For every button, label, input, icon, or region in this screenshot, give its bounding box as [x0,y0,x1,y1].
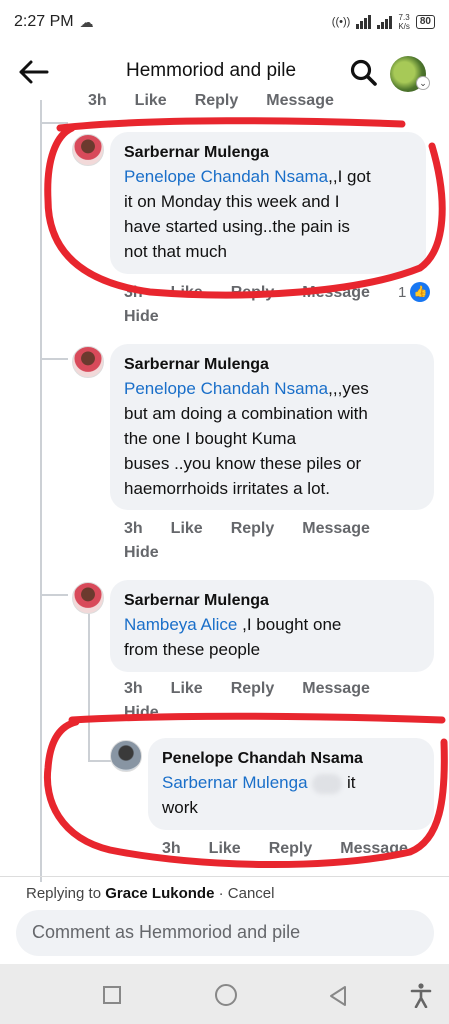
comment-text: Nambeya Alice ,I bought one from these p… [124,615,342,659]
cloud-icon: ☁ [79,13,94,30]
message-button[interactable]: Message [302,520,370,538]
like-button[interactable]: Like [209,840,241,858]
message-button[interactable]: Message [302,284,370,302]
comment-bubble: Sarbernar Mulenga Penelope Chandah Nsama… [110,132,426,274]
page-title: Hemmoriod and pile [126,60,297,81]
comment-time: 3h [124,520,143,537]
reaction-count[interactable]: 1 👍 [398,282,431,302]
reply-button[interactable]: Reply [269,840,313,858]
like-button[interactable]: Like [135,92,167,110]
comment-bubble: Penelope Chandah Nsama Sarbernar Mulenga… [148,738,434,830]
comment-text: Penelope Chandah Nsama,,I got it on Mond… [124,167,371,261]
chevron-down-icon[interactable]: ⌄ [416,76,430,90]
reply-target: Grace Lukonde [105,885,215,902]
comment-thread: 3h Like Reply Message Sarbernar Mulenga … [0,92,449,882]
comment-author[interactable]: Sarbernar Mulenga [124,142,412,164]
comment-input[interactable]: Comment as Hemmoriod and pile [16,910,434,956]
hide-replies-button[interactable]: Hide [124,544,159,562]
message-button[interactable]: Message [302,680,370,698]
comment-time: 3h [162,840,181,857]
avatar[interactable] [72,346,104,378]
recents-button-icon[interactable] [103,986,121,1004]
system-nav-bar [0,964,449,1024]
cancel-reply-button[interactable]: Cancel [228,885,275,902]
mention-link[interactable]: Sarbernar Mulenga [162,773,308,792]
comment-time: 3h [124,680,143,697]
message-button[interactable]: Message [266,92,334,110]
hide-replies-button[interactable]: Hide [124,308,159,326]
like-button[interactable]: Like [171,680,203,698]
comment-time: 3h [88,92,107,109]
hide-replies-button[interactable]: Hide [124,704,159,722]
comment-actions: 3h Like Reply Message [124,680,370,698]
battery-icon: 80 [415,15,435,29]
status-bar: 2:27 PM ☁ ((•)) 7.3 K/s 80 [0,0,449,44]
mention-link[interactable]: Nambeya Alice [124,615,237,634]
avatar[interactable] [72,582,104,614]
back-arrow-icon[interactable] [18,58,50,86]
screen: 2:27 PM ☁ ((•)) 7.3 K/s 80 Hemmoriod and… [0,0,449,1024]
accessibility-icon[interactable] [410,982,432,1008]
thread-branch [40,122,68,124]
comment-bubble: Sarbernar Mulenga Nambeya Alice ,I bough… [110,580,434,672]
avatar[interactable] [72,134,104,166]
thread-line-nested [88,612,90,762]
signal-icon [356,15,372,29]
comment-text: Penelope Chandah Nsama,,,yes but am doin… [124,379,369,498]
network-speed: 7.3 K/s [398,13,410,31]
mention-link[interactable]: Penelope Chandah Nsama [124,379,328,398]
reply-button[interactable]: Reply [231,680,275,698]
like-button[interactable]: Like [171,284,203,302]
comment-time: 3h [124,284,143,301]
profile-avatar[interactable]: ⌄ [390,56,430,92]
message-button[interactable]: Message [340,840,408,858]
avatar[interactable] [110,740,142,772]
thread-branch [40,358,68,360]
back-triangle-icon[interactable] [327,984,349,1008]
comment-actions: 3h Like Reply Message [88,92,334,110]
comment-actions: 3h Like Reply Message [124,284,370,302]
mention-link[interactable]: Penelope Chandah Nsama [124,167,328,186]
blurred-content [312,773,343,794]
comment-author[interactable]: Sarbernar Mulenga [124,354,420,376]
thread-branch [40,594,68,596]
replying-to-bar: Replying to Grace Lukonde · Cancel [0,876,449,910]
status-icons: ((•)) 7.3 K/s 80 [332,13,435,31]
hotspot-icon: ((•)) [331,16,351,28]
comment-bubble: Sarbernar Mulenga Penelope Chandah Nsama… [110,344,434,510]
search-icon[interactable] [349,58,379,88]
thumbs-up-icon: 👍 [410,282,431,302]
reply-button[interactable]: Reply [231,284,275,302]
status-time: 2:27 PM [14,13,74,30]
comment-author[interactable]: Penelope Chandah Nsama [162,748,420,770]
comment-text: Sarbernar Mulenga it work [162,773,356,817]
like-button[interactable]: Like [171,520,203,538]
home-button-icon[interactable] [215,984,237,1006]
comment-actions: 3h Like Reply Message [124,520,370,538]
thread-branch [88,760,112,762]
comment-author[interactable]: Sarbernar Mulenga [124,590,420,612]
comment-actions: 3h Like Reply Message [162,840,408,858]
reply-button[interactable]: Reply [231,520,275,538]
thread-line [40,100,42,882]
signal-icon-2 [377,15,393,29]
reply-button[interactable]: Reply [195,92,239,110]
